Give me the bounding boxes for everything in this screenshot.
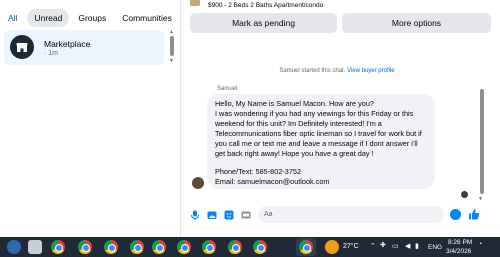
message-line: Hello, My Name is Samuel Macon. How are … <box>215 99 374 108</box>
weather-icon[interactable] <box>325 240 339 254</box>
chrome-icon[interactable] <box>130 240 144 254</box>
chat-started-text: Samuel started this chat. <box>279 68 346 74</box>
message-composer: Aa <box>182 204 500 226</box>
scroll-up-arrow-icon[interactable]: ▲ <box>169 29 174 35</box>
chat-time: · 1m <box>44 50 58 57</box>
listing-summary[interactable]: $900 - 2 Beds 2 Baths Apartment/condo <box>208 2 323 9</box>
battery-icon[interactable]: ▮ <box>415 242 419 250</box>
conversation-scrollbar[interactable] <box>480 89 484 194</box>
chat-filters: All Unread Groups Communities <box>6 9 181 27</box>
emoji-icon[interactable] <box>450 209 461 220</box>
mark-as-pending-button[interactable]: Mark as pending <box>190 13 337 33</box>
volume-icon[interactable]: ◀ <box>405 242 410 250</box>
seen-indicator-avatar <box>461 191 468 198</box>
gif-icon[interactable] <box>241 210 251 220</box>
clock-time[interactable]: 8:26 PM <box>448 239 472 246</box>
network-icon[interactable]: ▭ <box>392 242 399 250</box>
chrome-icon[interactable] <box>104 240 118 254</box>
chrome-icon[interactable] <box>78 240 92 254</box>
chat-started-notice: Samuel started this chat. View buyer pro… <box>182 68 492 74</box>
notifications-icon[interactable]: ◔ <box>478 241 482 248</box>
message-email: Email: samuelmacon@outlook.com <box>215 177 330 187</box>
chat-list-scrollbar[interactable] <box>170 36 174 56</box>
scroll-down-arrow-icon[interactable]: ▼ <box>169 58 174 64</box>
sender-avatar[interactable] <box>192 177 204 189</box>
filter-unread[interactable]: Unread <box>27 9 70 27</box>
chrome-icon[interactable] <box>253 240 267 254</box>
chat-name: Marketplace <box>44 39 91 49</box>
temperature-label[interactable]: 27°C <box>343 243 359 250</box>
onedrive-icon[interactable]: ✚ <box>380 241 386 249</box>
clock-date[interactable]: 3/4/2026 <box>446 248 471 255</box>
message-line: get back right away! Hope you have a gre… <box>215 148 374 158</box>
windows-taskbar: 27°C ⌃ ✚ ▭ ◀ ▮ ENG 8:26 PM 3/4/2026 ◔ <box>0 237 500 257</box>
message-bubble: Hello, My Name is Samuel Macon. How are … <box>207 94 435 189</box>
chrome-icon[interactable] <box>228 240 242 254</box>
chrome-icon[interactable] <box>299 240 313 254</box>
chrome-icon[interactable] <box>177 240 191 254</box>
scroll-down-arrow-icon[interactable]: ▼ <box>478 196 483 202</box>
microphone-icon[interactable] <box>190 210 200 220</box>
sticker-icon[interactable] <box>224 210 234 220</box>
thumbs-up-icon[interactable] <box>468 208 480 220</box>
photo-icon[interactable] <box>207 210 217 220</box>
chrome-icon[interactable] <box>152 240 166 254</box>
messenger-window: All Unread Groups Communities Marketplac… <box>0 0 500 237</box>
chat-list-panel: All Unread Groups Communities Marketplac… <box>0 0 181 237</box>
message-phone: Phone/Text: 585-802-3752 <box>215 167 302 177</box>
conversation-panel: $900 - 2 Beds 2 Baths Apartment/condo Ma… <box>182 0 500 237</box>
marketplace-avatar <box>10 35 34 59</box>
storefront-icon <box>16 43 28 52</box>
message-line: you call me or text me and leave a messa… <box>215 138 418 148</box>
weather-widget-icon[interactable] <box>28 240 42 254</box>
chrome-icon[interactable] <box>51 240 65 254</box>
filter-groups[interactable]: Groups <box>71 9 113 27</box>
chrome-icon[interactable] <box>202 240 216 254</box>
chat-list-item-marketplace[interactable]: Marketplace · 1m <box>4 30 164 65</box>
message-line: Telecommunications fiber optic lineman s… <box>215 128 422 138</box>
message-line: I was wondering if you had any viewings … <box>215 108 414 118</box>
filter-all[interactable]: All <box>6 9 25 27</box>
message-input[interactable]: Aa <box>258 206 444 223</box>
sender-name: Samuel <box>217 86 238 92</box>
filter-communities[interactable]: Communities <box>115 9 179 27</box>
windows-start-icon[interactable] <box>7 240 21 254</box>
listing-thumbnail[interactable] <box>190 0 200 6</box>
chevron-up-icon[interactable]: ⌃ <box>370 242 376 250</box>
view-buyer-profile-link[interactable]: View buyer profile <box>347 68 395 74</box>
language-indicator[interactable]: ENG <box>428 244 442 251</box>
message-line: weekend for this unit? Im Definitely int… <box>215 118 382 128</box>
more-options-button[interactable]: More options <box>342 13 491 33</box>
